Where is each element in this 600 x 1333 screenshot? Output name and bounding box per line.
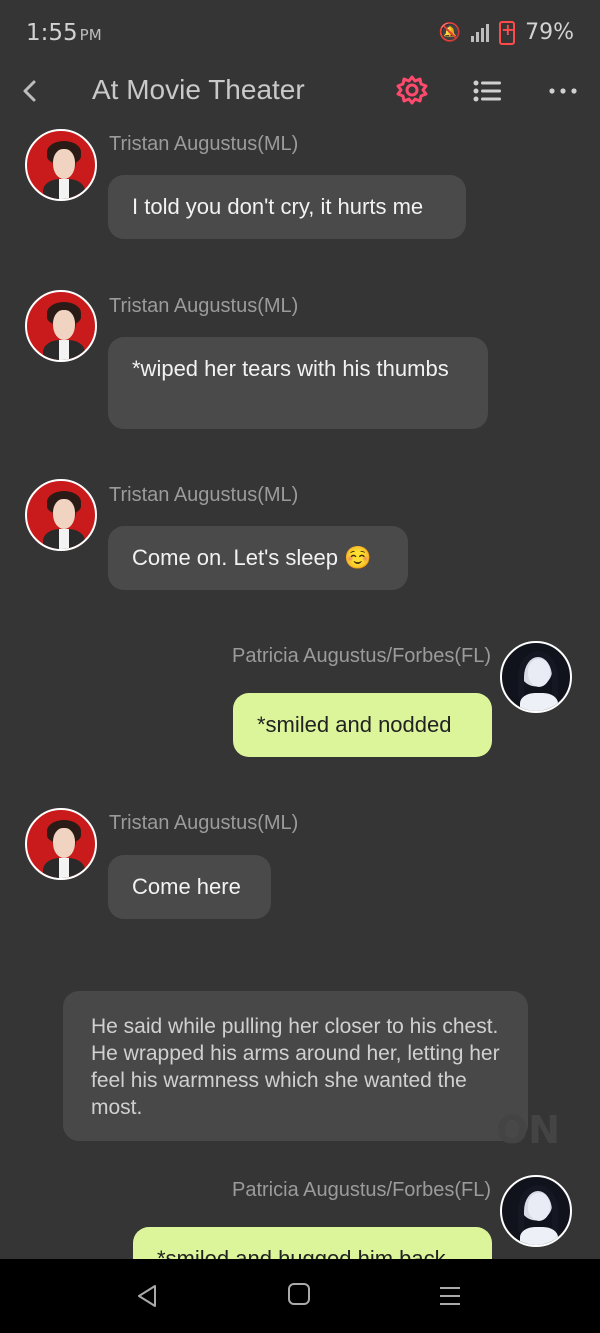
avatar[interactable] — [25, 290, 97, 362]
message-bubble[interactable]: Come here — [108, 855, 271, 919]
message-bubble[interactable]: I told you don't cry, it hurts me — [108, 175, 466, 239]
sender-name: Patricia Augustus/Forbes(FL) — [232, 645, 491, 667]
nav-home-icon[interactable] — [288, 1283, 310, 1305]
signal-icon — [471, 23, 490, 42]
page-title: At Movie Theater — [92, 74, 305, 105]
system-nav-bar — [0, 1259, 600, 1333]
watermark: ON — [496, 1108, 561, 1152]
sender-name: Tristan Augustus(ML) — [109, 133, 299, 155]
sender-name: Patricia Augustus/Forbes(FL) — [232, 1179, 491, 1201]
message-bubble[interactable]: *wiped her tears with his thumbs — [108, 337, 488, 429]
nav-back-icon[interactable] — [135, 1283, 159, 1309]
nav-menu-icon[interactable] — [438, 1285, 462, 1307]
avatar[interactable] — [500, 1175, 572, 1247]
notifications-off-icon: 🔕 — [438, 22, 462, 43]
sender-name: Tristan Augustus(ML) — [109, 484, 299, 506]
battery-level: 79% — [525, 20, 574, 45]
narration-bubble[interactable]: He said while pulling her closer to his … — [63, 991, 528, 1141]
chat-header: At Movie Theater — [0, 68, 600, 118]
avatar[interactable] — [500, 641, 572, 713]
gear-icon[interactable] — [394, 72, 430, 108]
list-icon[interactable] — [470, 74, 504, 108]
avatar[interactable] — [25, 479, 97, 551]
sender-name: Tristan Augustus(ML) — [109, 812, 299, 834]
status-bar: 1:55PM 🔕 79% — [0, 0, 600, 68]
status-icons: 🔕 79% — [438, 20, 574, 46]
message-bubble[interactable]: Come on. Let's sleep ☺️ — [108, 526, 408, 590]
sender-name: Tristan Augustus(ML) — [109, 295, 299, 317]
avatar[interactable] — [25, 808, 97, 880]
message-bubble[interactable]: *smiled and nodded — [233, 693, 492, 757]
back-arrow-icon[interactable] — [14, 74, 48, 108]
status-time: 1:55 PM — [26, 20, 102, 46]
more-options-icon[interactable] — [546, 74, 580, 108]
battery-icon — [499, 20, 516, 45]
avatar[interactable] — [25, 129, 97, 201]
